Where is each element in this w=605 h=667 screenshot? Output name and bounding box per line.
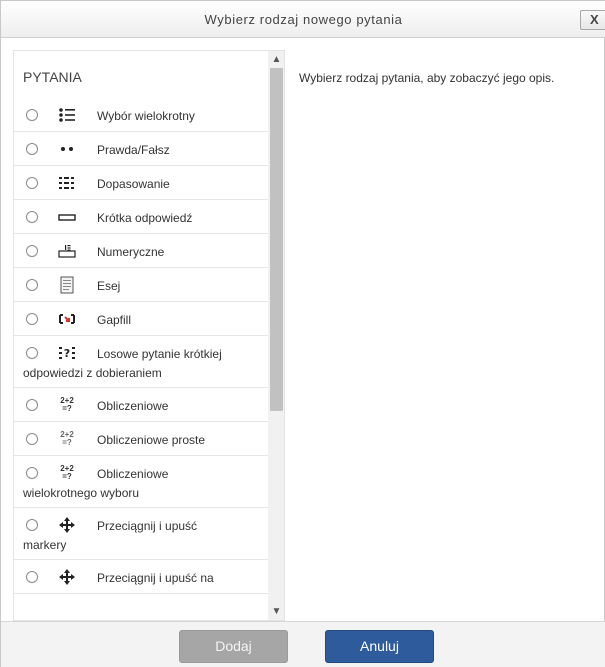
question-type-item[interactable]: 2+2 =? Obliczeniowe wielokrotnego wyboru (14, 456, 268, 508)
question-type-label: Esej (97, 279, 121, 293)
question-type-label-continued: markery (23, 538, 67, 552)
radio-button[interactable] (26, 399, 38, 411)
calculated-icon-bottom: =? (62, 404, 72, 413)
question-type-item[interactable]: Gapfill (14, 302, 268, 336)
radio-button[interactable] (26, 211, 38, 223)
dialog-title: Wybierz rodzaj nowego pytania (204, 12, 403, 27)
question-type-label: Obliczeniowe (97, 467, 169, 481)
radio-button[interactable] (26, 313, 38, 325)
question-type-label: Prawda/Fałsz (97, 143, 170, 157)
add-button[interactable]: Dodaj (179, 630, 288, 663)
section-heading: PYTANIA (23, 69, 82, 85)
question-type-label: Losowe pytanie krótkiej (97, 347, 222, 361)
question-type-label: Wybór wielokrotny (97, 109, 195, 123)
close-button[interactable]: X (580, 10, 605, 30)
list-scrollbar[interactable]: ▲ ▼ (268, 51, 284, 620)
drag-drop-image-icon (58, 568, 76, 586)
random-short-answer-matching-icon: ? (58, 344, 76, 362)
radio-button[interactable] (26, 571, 38, 583)
short-answer-icon (58, 208, 76, 226)
question-type-item[interactable]: Dopasowanie (14, 166, 268, 200)
question-type-label-continued: wielokrotnego wyboru (23, 486, 140, 500)
radio-button[interactable] (26, 109, 38, 121)
calculated-multichoice-icon-bottom: =? (62, 472, 72, 481)
question-type-list: PYTANIA Wybór wielokrotny Prawda/Fałsz D… (14, 51, 268, 594)
calculated-simple-icon: 2+2 =? (58, 430, 76, 448)
question-type-item[interactable]: Esej (14, 268, 268, 302)
dialog-footer: Dodaj Anuluj (1, 621, 605, 667)
scroll-up-arrow-icon[interactable]: ▲ (268, 52, 284, 67)
cancel-button[interactable]: Anuluj (325, 630, 434, 663)
scroll-down-arrow-icon[interactable]: ▼ (268, 604, 284, 619)
radio-button[interactable] (26, 245, 38, 257)
true-false-icon (58, 140, 76, 158)
calculated-simple-icon-bottom: =? (62, 438, 72, 447)
matching-icon (58, 174, 76, 192)
question-type-dialog: Wybierz rodzaj nowego pytania X PYTANIA … (0, 0, 605, 667)
radio-button[interactable] (26, 143, 38, 155)
question-type-item[interactable]: 2+2 =? Obliczeniowe (14, 388, 268, 422)
radio-button[interactable] (26, 519, 38, 531)
question-type-item[interactable]: ? Losowe pytanie krótkiej odpowiedzi z d… (14, 336, 268, 388)
question-type-label: Dopasowanie (97, 177, 170, 191)
multiple-choice-icon (58, 106, 76, 124)
svg-text:?: ? (64, 347, 70, 360)
radio-button[interactable] (26, 279, 38, 291)
question-type-item[interactable]: 2+2 =? Obliczeniowe proste (14, 422, 268, 456)
question-type-description: Wybierz rodzaj pytania, aby zobaczyć jeg… (299, 71, 555, 85)
question-type-item[interactable]: Krótka odpowiedź (14, 200, 268, 234)
question-type-label: Krótka odpowiedź (97, 211, 193, 225)
calculated-icon: 2+2 =? (58, 396, 76, 414)
drag-drop-markers-icon (58, 516, 76, 534)
radio-button[interactable] (26, 177, 38, 189)
radio-button[interactable] (26, 433, 38, 445)
question-type-item[interactable]: Wybór wielokrotny (14, 98, 268, 132)
numerical-icon (58, 242, 76, 260)
question-type-label: Przeciągnij i upuść na (97, 571, 214, 585)
close-icon: X (590, 12, 599, 27)
essay-icon (58, 276, 76, 294)
gapfill-icon (58, 310, 76, 328)
scrollbar-thumb[interactable] (270, 68, 283, 411)
question-type-list-pane: PYTANIA Wybór wielokrotny Prawda/Fałsz D… (13, 50, 285, 621)
radio-button[interactable] (26, 347, 38, 359)
question-type-item[interactable]: Numeryczne (14, 234, 268, 268)
dialog-titlebar: Wybierz rodzaj nowego pytania X (1, 1, 605, 38)
radio-button[interactable] (26, 467, 38, 479)
question-type-label: Obliczeniowe proste (97, 433, 206, 447)
question-type-label-continued: odpowiedzi z dobieraniem (23, 366, 162, 380)
question-type-item[interactable]: Przeciągnij i upuść markery (14, 508, 268, 560)
question-type-item[interactable]: Przeciągnij i upuść na (14, 560, 268, 594)
question-type-label: Obliczeniowe (97, 399, 169, 413)
question-type-label: Gapfill (97, 313, 132, 327)
question-type-item[interactable]: Prawda/Fałsz (14, 132, 268, 166)
question-type-label: Numeryczne (97, 245, 165, 259)
calculated-multichoice-icon: 2+2 =? (58, 464, 76, 482)
question-type-label: Przeciągnij i upuść (97, 519, 198, 533)
